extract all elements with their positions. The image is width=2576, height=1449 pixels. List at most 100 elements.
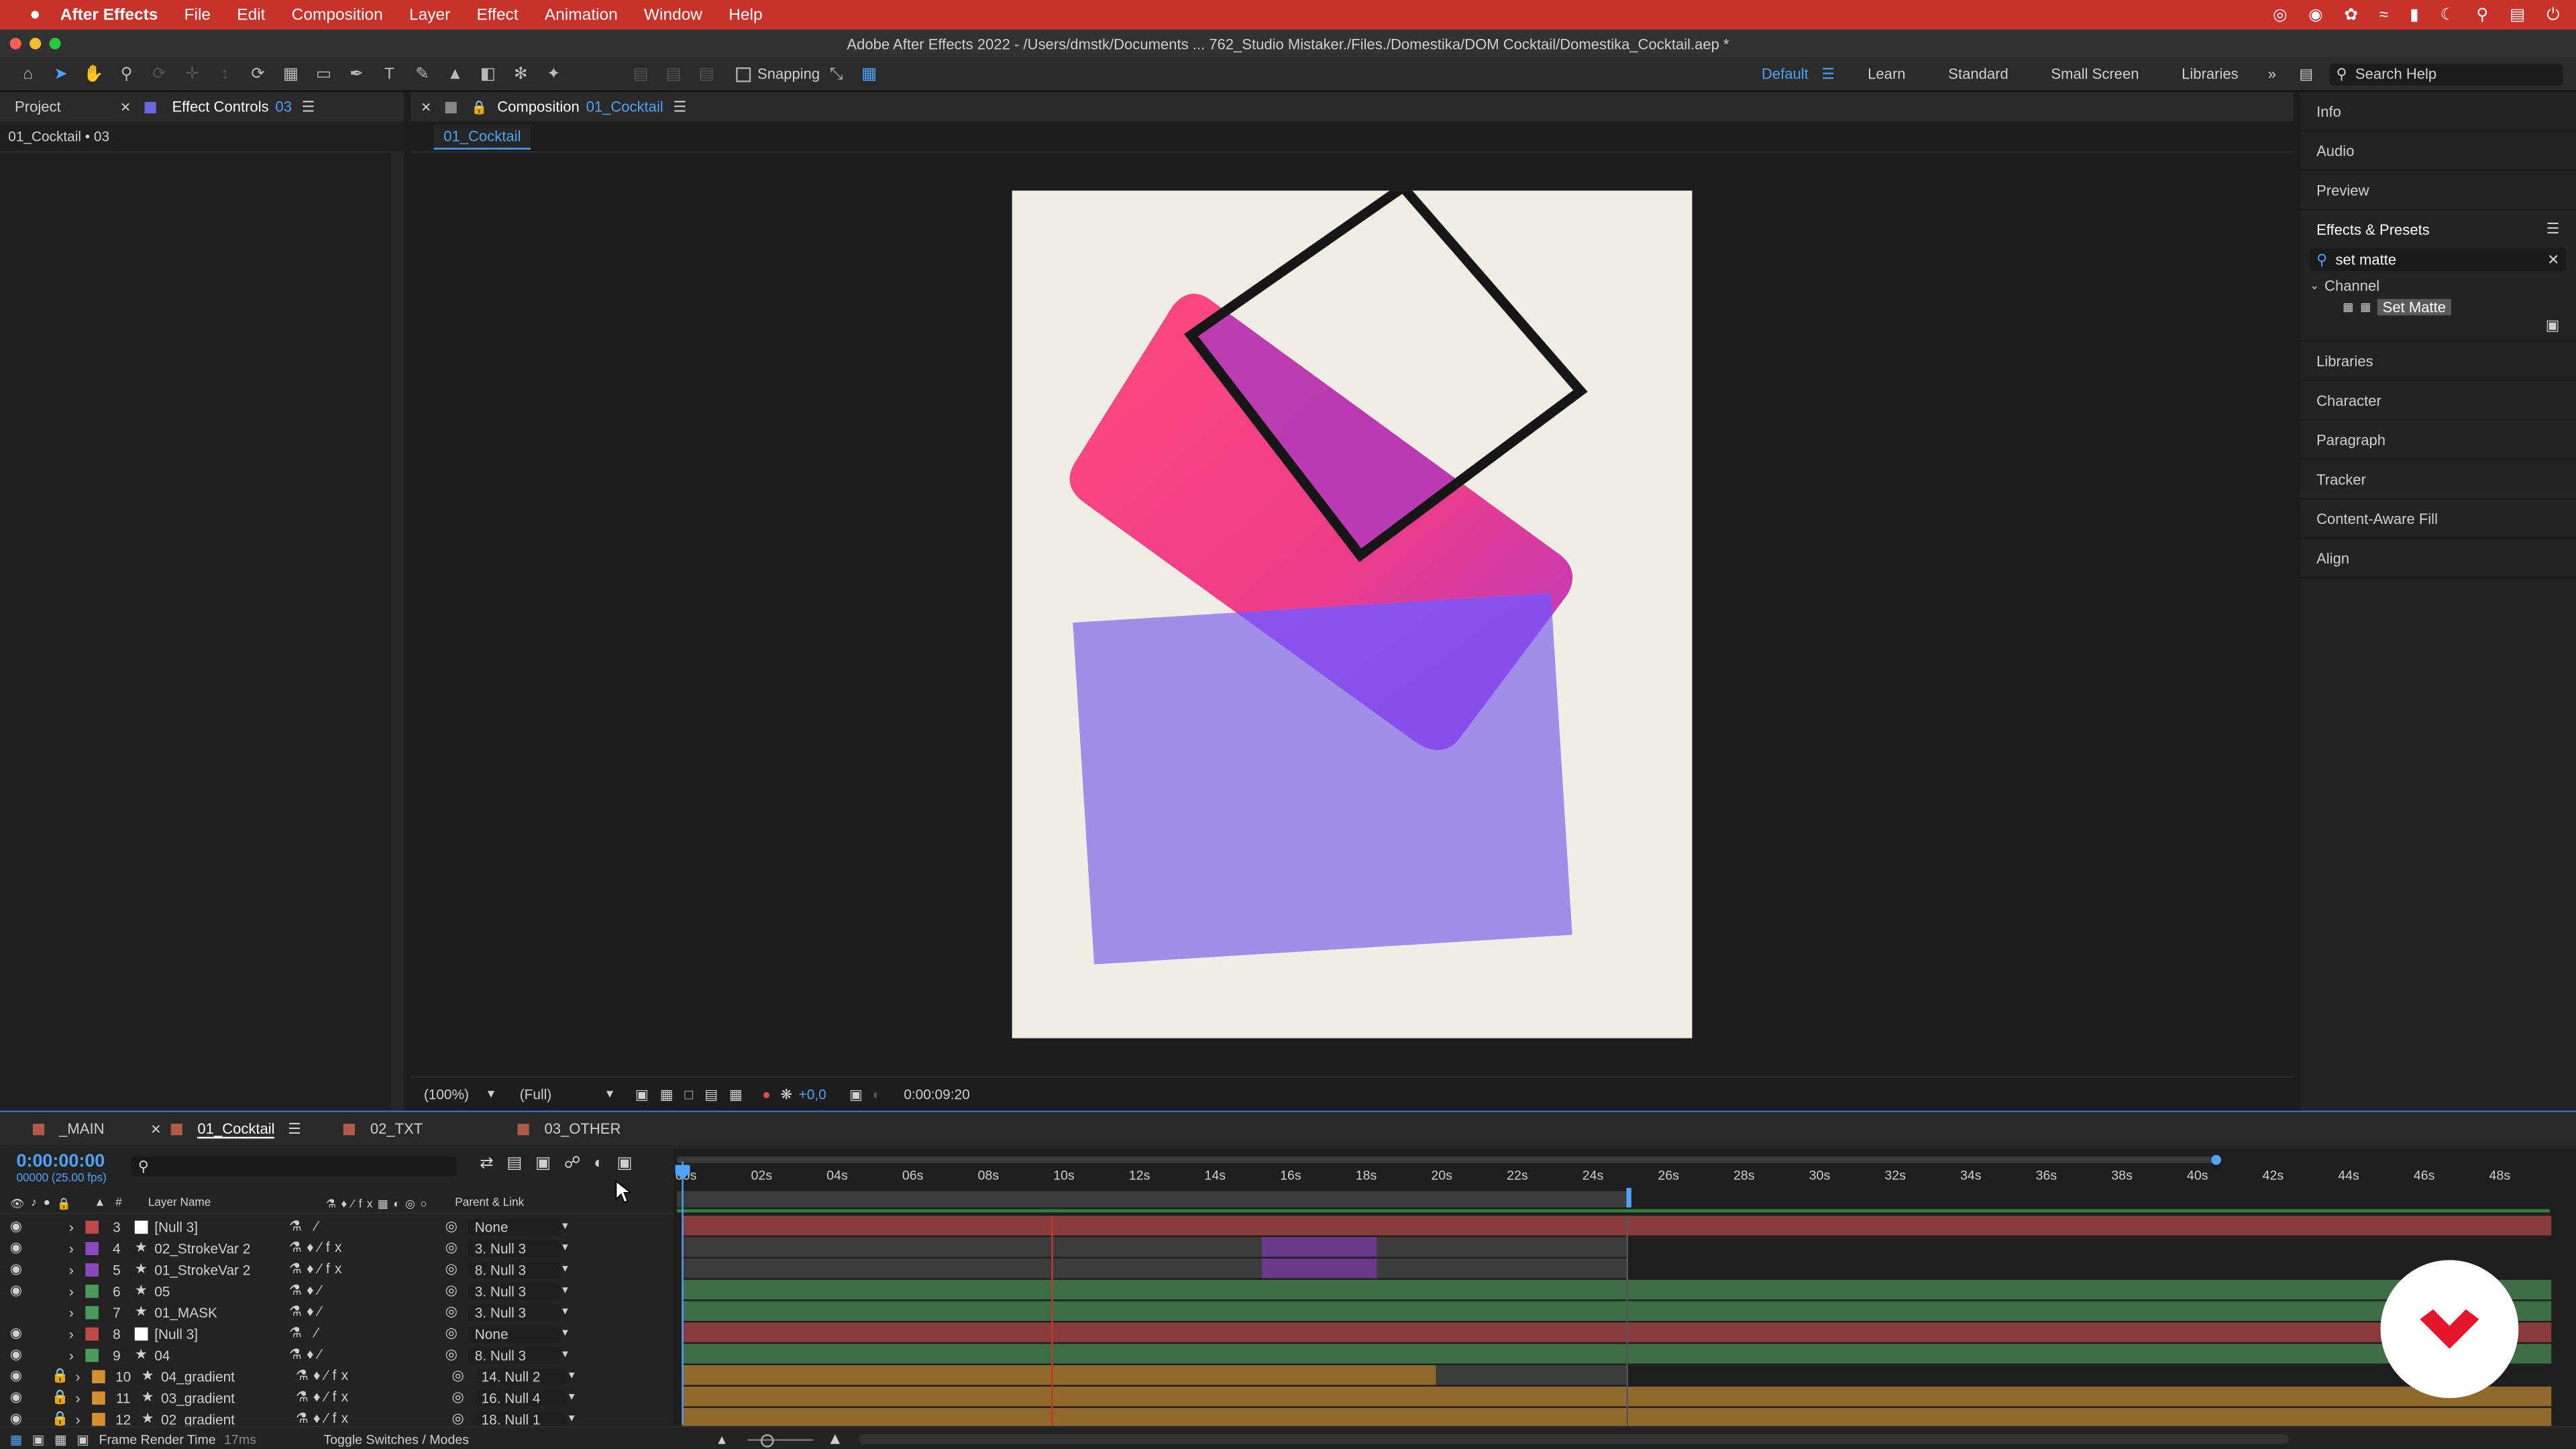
chevron-down-icon[interactable]: ▼: [560, 1350, 570, 1360]
label-color[interactable]: [85, 1220, 99, 1233]
menu-window[interactable]: Window: [644, 6, 702, 24]
lock-header-icon[interactable]: 🔒: [57, 1197, 71, 1210]
current-time[interactable]: 0:00:00:00: [16, 1152, 105, 1171]
pickwhip-icon[interactable]: ◎: [451, 1388, 474, 1406]
effects-presets-header[interactable]: Effects & Presets ☰: [2300, 210, 2576, 248]
wifi-icon[interactable]: ≈: [2379, 6, 2388, 24]
comp-flowchart-icon[interactable]: ▦: [10, 1432, 23, 1446]
effects-search-box[interactable]: ⚲ set matte ✕: [2310, 248, 2567, 272]
layer-name[interactable]: 05: [154, 1282, 289, 1298]
pan-tool-icon[interactable]: ✛: [180, 62, 203, 85]
work-area-bar[interactable]: [676, 1157, 2215, 1163]
more-workspaces-icon[interactable]: »: [2268, 66, 2276, 82]
search-help-input[interactable]: Search Help: [2355, 66, 2436, 82]
snap-grid-icon[interactable]: ▦: [857, 62, 880, 85]
label-color[interactable]: [85, 1283, 99, 1297]
label-color[interactable]: [85, 1305, 99, 1319]
composition-canvas[interactable]: [1012, 191, 1693, 1038]
label-color[interactable]: [85, 1348, 99, 1361]
color-channel-icon[interactable]: ●: [762, 1086, 771, 1102]
toggle-switches-modes[interactable]: Toggle Switches / Modes: [323, 1432, 469, 1446]
menu-composition[interactable]: Composition: [292, 6, 383, 24]
draft-3d-icon[interactable]: ▤: [506, 1155, 522, 1173]
panel-info[interactable]: Info: [2300, 92, 2576, 131]
tab-effect-controls[interactable]: Effect Controls: [172, 99, 268, 115]
render-range-bar[interactable]: [676, 1191, 1630, 1208]
horizontal-scrollbar[interactable]: [859, 1434, 2290, 1444]
layer-row[interactable]: ◉ › 6 ★ 05 ⚗♦∕ ◎ 3. Null 3 ▼: [0, 1280, 677, 1301]
chevron-down-icon[interactable]: ▼: [560, 1265, 570, 1275]
twirl-icon[interactable]: ›: [69, 1218, 83, 1234]
chevron-down-icon[interactable]: ▼: [560, 1307, 570, 1317]
hand-tool-icon[interactable]: ✋: [82, 62, 105, 85]
menu-help[interactable]: Help: [729, 6, 762, 24]
visibility-icon[interactable]: ◉: [10, 1346, 43, 1364]
menu-effect[interactable]: Effect: [476, 6, 518, 24]
pickwhip-icon[interactable]: ◎: [445, 1324, 468, 1342]
pickwhip-icon[interactable]: ◎: [451, 1409, 474, 1428]
effect-controls-scrollbar[interactable]: [390, 151, 405, 1111]
work-area-end-handle[interactable]: [2211, 1155, 2222, 1165]
clone-stamp-tool-icon[interactable]: ▲: [443, 62, 466, 85]
app-name[interactable]: After Effects: [60, 6, 158, 24]
rectangle-tool-icon[interactable]: ▭: [312, 62, 335, 85]
layer-bar[interactable]: [682, 1301, 2552, 1321]
layer-name[interactable]: [Null 3]: [154, 1325, 289, 1341]
effect-category-channel[interactable]: ⌄ Channel: [2310, 274, 2576, 296]
pickwhip-icon[interactable]: ◎: [445, 1346, 468, 1364]
battery-icon[interactable]: ▮: [2410, 6, 2419, 24]
label-color[interactable]: [85, 1326, 99, 1340]
zoom-chevron-icon[interactable]: ▼: [485, 1088, 496, 1099]
pan-behind-tool-icon[interactable]: ▦: [279, 62, 302, 85]
render-time-icon[interactable]: ▣: [76, 1432, 89, 1446]
selection-tool-icon[interactable]: ➤: [49, 62, 72, 85]
twirl-icon[interactable]: ›: [69, 1325, 83, 1341]
transparency-grid-icon[interactable]: ▦: [660, 1085, 674, 1104]
switches[interactable]: ⚗♦∕fx: [289, 1260, 445, 1278]
lock-icon[interactable]: 🔒: [43, 1367, 76, 1385]
tab-effect-controls-layer[interactable]: 03: [275, 99, 292, 115]
chevron-down-icon[interactable]: ▼: [567, 1413, 577, 1424]
visibility-icon[interactable]: ◉: [10, 1281, 43, 1299]
parent-select[interactable]: 8. Null 3: [468, 1346, 561, 1363]
tab-other[interactable]: 03_OTHER: [544, 1120, 621, 1136]
zoom-out-icon[interactable]: ▲: [715, 1432, 728, 1446]
tab-main[interactable]: _MAIN: [59, 1120, 104, 1136]
search-help-box[interactable]: ⚲ Search Help: [2329, 63, 2563, 85]
panel-preview[interactable]: Preview: [2300, 171, 2576, 211]
composition-tab-name[interactable]: 01_Cocktail: [586, 99, 663, 115]
switches-header-icons[interactable]: ⚗♦∕fx▦◐◎○: [326, 1197, 432, 1210]
switches[interactable]: ⚗♦∕: [289, 1346, 445, 1364]
chevron-down-icon[interactable]: ▼: [567, 1393, 577, 1403]
layer-row[interactable]: ◉ › 8 [Null 3] ⚗ ∕ ◎ None ▼: [0, 1322, 677, 1344]
parent-select[interactable]: None: [468, 1218, 561, 1235]
dolly-tool-icon[interactable]: ↕: [213, 62, 236, 85]
playhead[interactable]: [682, 1161, 684, 1425]
zoom-select[interactable]: (100%): [424, 1086, 469, 1102]
clear-search-icon[interactable]: ✕: [2547, 250, 2559, 268]
brush-tool-icon[interactable]: ✎: [411, 62, 433, 85]
layer-row[interactable]: ◉ 🔒 › 11 ★ 03_gradient ⚗♦∕fx ◎ 16. Null …: [0, 1387, 677, 1408]
twirl-icon[interactable]: ›: [76, 1368, 89, 1384]
render-range-end-marker[interactable]: [1626, 1187, 1631, 1208]
puppet-tool-icon[interactable]: ✦: [542, 62, 565, 85]
switches[interactable]: ⚗ ∕: [289, 1324, 445, 1342]
effects-search-input[interactable]: set matte: [2335, 252, 2396, 268]
moon-icon[interactable]: ☾: [2440, 6, 2455, 24]
graph-editor-icon[interactable]: ▣: [617, 1155, 633, 1173]
zoom-in-icon[interactable]: ▲: [827, 1430, 843, 1448]
panel-tracker[interactable]: Tracker: [2300, 460, 2576, 500]
panel-content-aware-fill[interactable]: Content-Aware Fill: [2300, 499, 2576, 539]
lock-icon[interactable]: 🔒: [43, 1409, 76, 1428]
region-of-interest-icon[interactable]: ▣: [635, 1085, 649, 1104]
layer-bar[interactable]: [682, 1279, 2552, 1300]
visibility-icon[interactable]: ◉: [10, 1409, 43, 1428]
pickwhip-icon[interactable]: ◎: [445, 1260, 468, 1278]
type-tool-icon[interactable]: T: [378, 62, 400, 85]
visibility-icon[interactable]: ◉: [10, 1367, 43, 1385]
twirl-icon[interactable]: ›: [76, 1410, 89, 1426]
twirl-icon[interactable]: ›: [69, 1261, 83, 1277]
visibility-icon[interactable]: ◉: [10, 1324, 43, 1342]
workspace-small-screen[interactable]: Small Screen: [2051, 66, 2139, 82]
audio-header-icon[interactable]: ♪: [31, 1197, 37, 1209]
